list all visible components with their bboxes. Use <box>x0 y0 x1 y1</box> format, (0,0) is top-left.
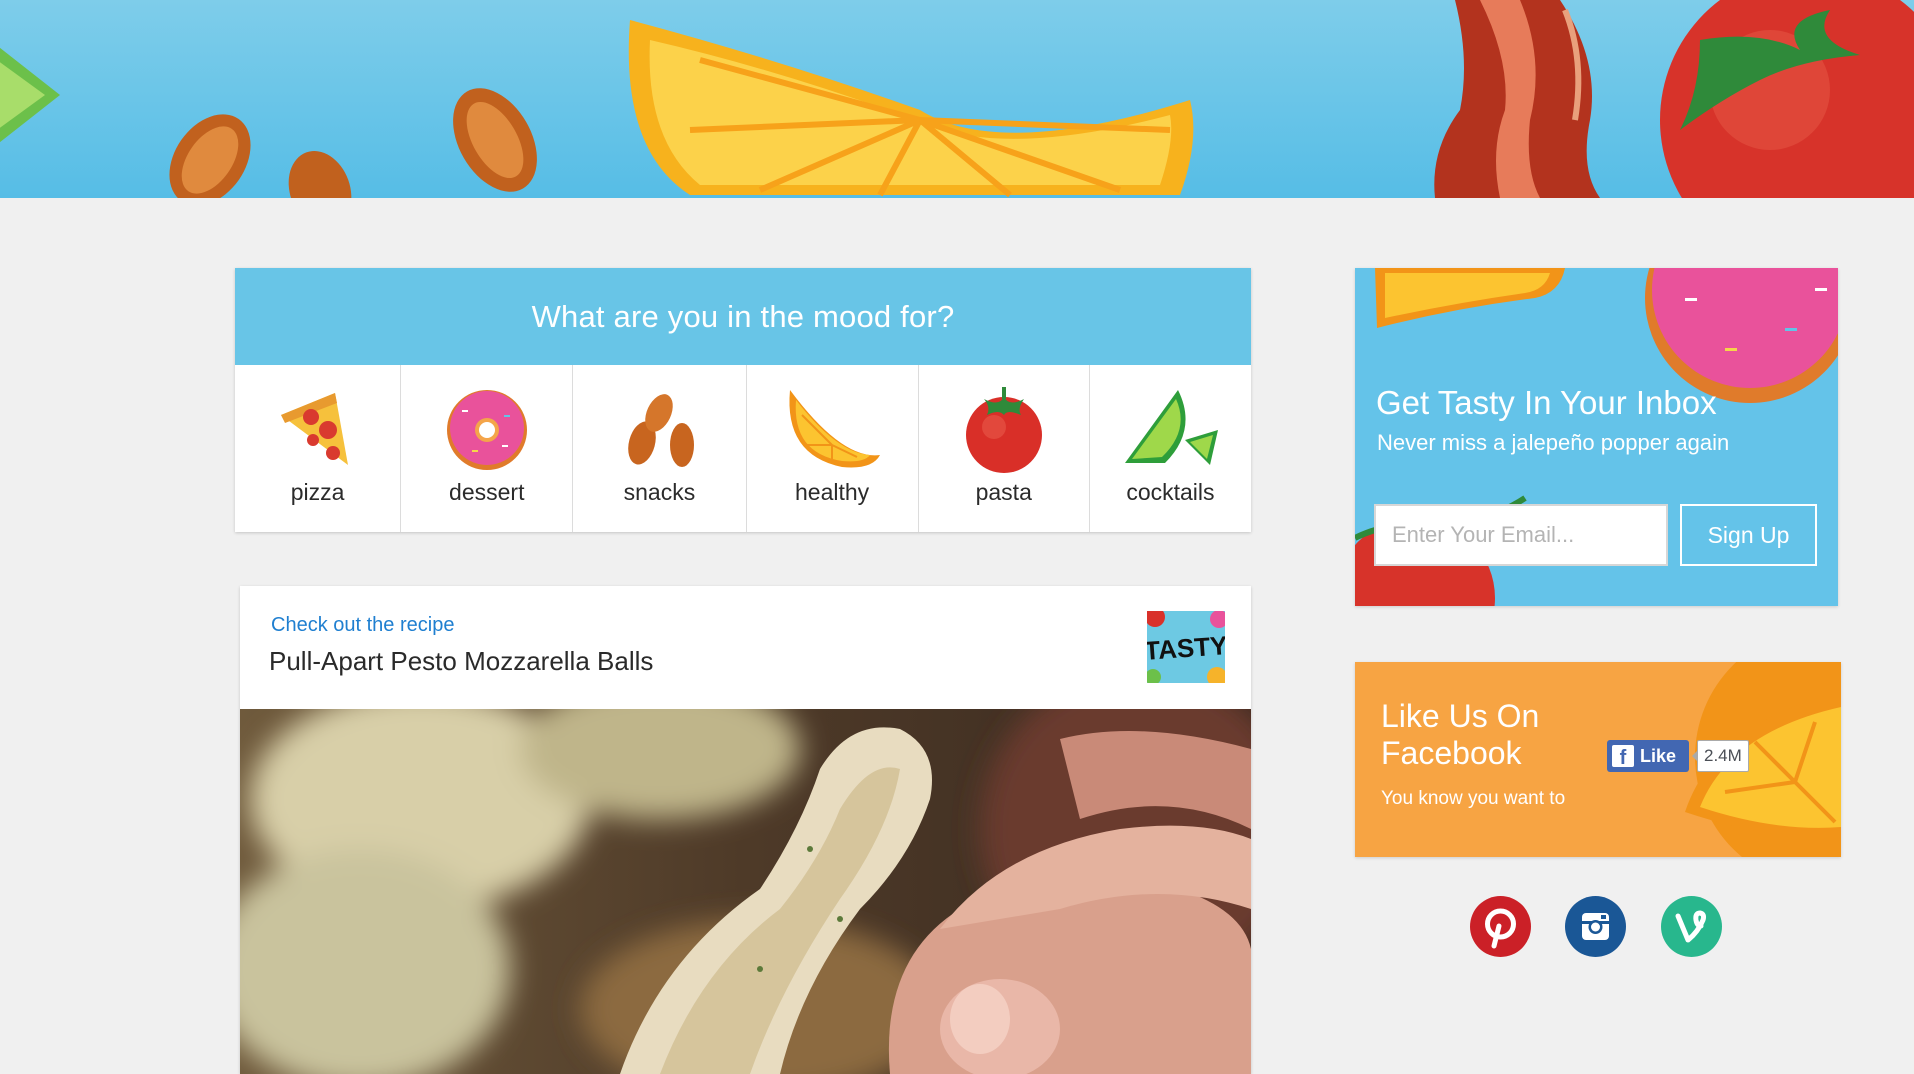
category-label: healthy <box>794 479 870 505</box>
newsletter-title: Get Tasty In Your Inbox <box>1376 384 1717 421</box>
category-snacks[interactable]: snacks <box>573 365 747 532</box>
tomato-icon <box>965 387 1042 473</box>
category-label: snacks <box>623 479 696 505</box>
recipe-title[interactable]: Pull-Apart Pesto Mozzarella Balls <box>269 646 653 677</box>
check-recipe-link[interactable]: Check out the recipe <box>271 614 454 637</box>
donut-icon <box>446 390 527 470</box>
category-label: pasta <box>975 479 1032 505</box>
mood-categories: pizza dessert snacks healthy pasta cockt… <box>235 365 1251 532</box>
instagram-icon <box>1565 896 1626 957</box>
category-label: dessert <box>449 479 525 505</box>
pizza-icon <box>280 393 348 465</box>
category-pasta[interactable]: pasta <box>919 365 1090 532</box>
facebook-like-button[interactable]: f Like <box>1607 740 1689 772</box>
tasty-logo[interactable]: TASTY <box>1147 611 1225 683</box>
hero-banner <box>0 0 1914 198</box>
facebook-card: Like Us On Facebook You know you want to… <box>1355 662 1841 857</box>
orange-slice-icon <box>789 390 881 468</box>
mood-card: What are you in the mood for? pizza dess… <box>235 268 1251 532</box>
mood-heading: What are you in the mood for? <box>235 268 1251 365</box>
email-input[interactable] <box>1374 504 1668 566</box>
recipe-card: Check out the recipe Pull-Apart Pesto Mo… <box>240 586 1251 1074</box>
vine-button[interactable] <box>1661 896 1722 957</box>
facebook-title: Like Us On Facebook <box>1381 698 1540 771</box>
almonds-icon <box>628 394 695 467</box>
facebook-subtitle: You know you want to <box>1381 788 1566 809</box>
signup-button[interactable]: Sign Up <box>1680 504 1817 566</box>
tasty-logo-text: TASTY <box>1147 630 1225 666</box>
category-pizza[interactable]: pizza <box>235 365 402 532</box>
recipe-video[interactable] <box>240 709 1251 1074</box>
facebook-icon: f <box>1612 745 1634 767</box>
facebook-like-count: 2.4M <box>1692 740 1749 772</box>
category-dessert[interactable]: dessert <box>401 365 574 532</box>
newsletter-card: Get Tasty In Your Inbox Never miss a jal… <box>1355 268 1838 606</box>
category-healthy[interactable]: healthy <box>747 365 919 532</box>
category-label: pizza <box>290 479 345 505</box>
facebook-like-label: Like <box>1640 745 1677 766</box>
vine-icon <box>1661 896 1722 957</box>
tomato-illustration <box>1660 0 1914 198</box>
lime-icon <box>1125 390 1219 465</box>
category-cocktails[interactable]: cocktails <box>1090 365 1251 532</box>
pinterest-button[interactable] <box>1470 896 1531 957</box>
newsletter-subtitle: Never miss a jalepeño popper again <box>1377 430 1730 455</box>
instagram-button[interactable] <box>1565 896 1626 957</box>
category-label: cocktails <box>1126 479 1215 505</box>
pinterest-icon <box>1470 896 1531 957</box>
